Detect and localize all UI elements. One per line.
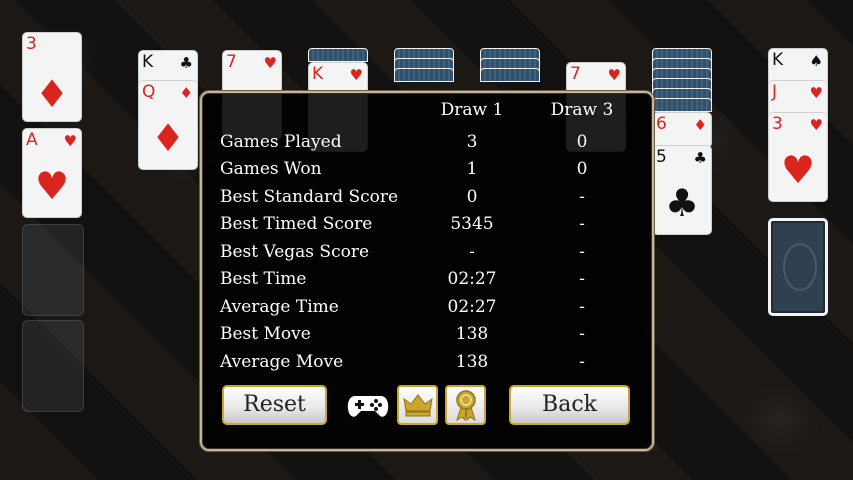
card-rank: K <box>142 52 154 72</box>
stat-value-draw3: - <box>579 324 585 344</box>
card-rank: Q <box>142 82 156 102</box>
stat-row-games-played: Games Played 3 0 <box>220 129 640 156</box>
heart-icon: ♥ <box>63 132 77 150</box>
heart-icon: ♥ <box>780 148 816 192</box>
stat-value-draw1: 3 <box>466 132 478 152</box>
card-rank: K <box>772 50 784 70</box>
header-draw-3: Draw 3 <box>550 100 614 120</box>
stat-value-draw1: 02:27 <box>447 269 497 289</box>
stat-value-draw3: - <box>579 297 585 317</box>
diamond-icon: ♦ <box>179 84 193 102</box>
stat-row-best-timed-score: Best Timed Score 5345 - <box>220 211 640 238</box>
stat-row-average-move: Average Move 138 - <box>220 349 640 376</box>
stat-value-draw1: 138 <box>455 324 489 344</box>
facedown-card <box>480 68 540 82</box>
heart-icon: ♥ <box>263 54 277 72</box>
card-5-clubs[interactable]: 5 ♣ ♣ <box>652 145 712 235</box>
stat-label: Best Move <box>220 324 311 344</box>
card-3-hearts[interactable]: 3 ♥ ♥ <box>768 112 828 202</box>
stat-label: Games Played <box>220 132 342 152</box>
heart-icon: ♥ <box>607 66 621 84</box>
card-queen-diamonds[interactable]: Q ♦ ♦ <box>138 80 198 170</box>
stock-pile[interactable] <box>768 218 828 316</box>
stat-row-best-vegas-score: Best Vegas Score - - <box>220 239 640 266</box>
stat-value-draw3: 0 <box>576 159 588 179</box>
card-back-pattern <box>783 243 817 291</box>
stat-label: Best Timed Score <box>220 214 373 234</box>
header-draw-1: Draw 1 <box>440 100 504 120</box>
card-rank: 7 <box>570 64 581 84</box>
diamond-icon: ♦ <box>34 72 70 116</box>
card-rank: J <box>772 82 778 102</box>
stat-label: Best Time <box>220 269 307 289</box>
card-rank: 6 <box>656 114 667 134</box>
stat-label: Games Won <box>220 159 322 179</box>
card-6-diamonds[interactable]: 6 ♦ <box>652 112 712 148</box>
back-button[interactable]: Back <box>509 385 630 425</box>
stat-value-draw1: 0 <box>466 187 478 207</box>
facedown-card <box>394 68 454 82</box>
spade-icon: ♠ <box>809 52 823 70</box>
stat-row-best-time: Best Time 02:27 - <box>220 266 640 293</box>
card-rank: 3 <box>772 114 783 134</box>
stat-label: Average Move <box>220 352 344 372</box>
stat-value-draw3: - <box>579 242 585 262</box>
card-rank: A <box>26 130 38 150</box>
stat-value-draw1: - <box>469 242 475 262</box>
stat-value-draw3: - <box>579 187 585 207</box>
reset-button[interactable]: Reset <box>222 385 327 425</box>
heart-icon: ♥ <box>34 164 70 208</box>
facedown-card <box>652 98 712 112</box>
empty-card-slot[interactable] <box>22 320 84 412</box>
stat-value-draw3: - <box>579 269 585 289</box>
card-rank: 5 <box>656 147 667 167</box>
stat-value-draw3: - <box>579 214 585 234</box>
heart-icon: ♥ <box>809 116 823 134</box>
card-3-diamonds[interactable]: 3 ♦ <box>22 32 82 122</box>
heart-icon: ♥ <box>809 84 823 102</box>
club-icon: ♣ <box>179 54 193 72</box>
stat-row-games-won: Games Won 1 0 <box>220 156 640 183</box>
club-icon: ♣ <box>664 181 700 225</box>
empty-card-slot[interactable] <box>22 224 84 316</box>
stat-row-best-standard-score: Best Standard Score 0 - <box>220 184 640 211</box>
stat-row-average-time: Average Time 02:27 - <box>220 294 640 321</box>
stat-value-draw1: 138 <box>455 352 489 372</box>
club-icon: ♣ <box>693 149 707 167</box>
stat-value-draw1: 5345 <box>450 214 494 234</box>
stat-label: Best Vegas Score <box>220 242 370 262</box>
stat-value-draw1: 02:27 <box>447 297 497 317</box>
achievements-button[interactable] <box>445 385 486 425</box>
heart-icon: ♥ <box>349 66 363 84</box>
stat-value-draw1: 1 <box>466 159 478 179</box>
crown-icon <box>402 394 433 417</box>
diamond-icon: ♦ <box>693 116 707 134</box>
card-rank: K <box>312 64 324 84</box>
card-ace-hearts[interactable]: A ♥ ♥ <box>22 128 82 218</box>
crown-button[interactable] <box>397 385 438 425</box>
facedown-card <box>308 48 368 62</box>
gamepad-icon[interactable] <box>346 390 390 422</box>
medal-icon <box>455 390 476 421</box>
stat-label: Average Time <box>220 297 339 317</box>
diamond-icon: ♦ <box>150 116 186 160</box>
card-rank: 7 <box>226 52 237 72</box>
stat-value-draw3: - <box>579 352 585 372</box>
card-rank: 3 <box>26 34 37 54</box>
stat-value-draw3: 0 <box>576 132 588 152</box>
stat-label: Best Standard Score <box>220 187 399 207</box>
stat-row-best-move: Best Move 138 - <box>220 321 640 348</box>
